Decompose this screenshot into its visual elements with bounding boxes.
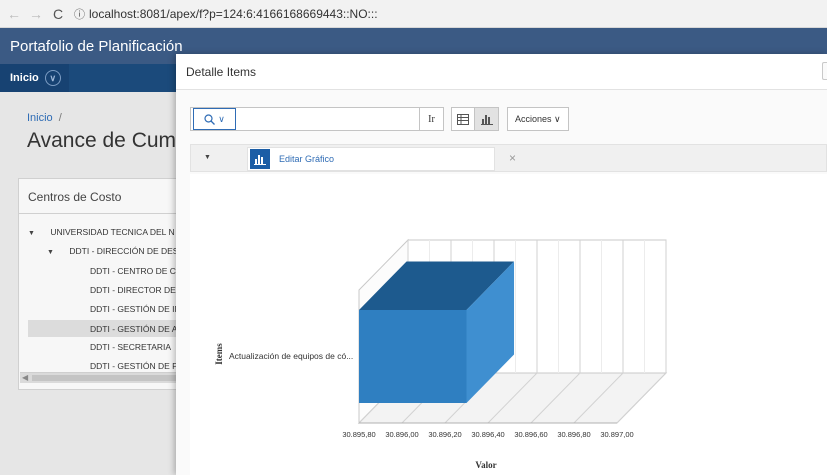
view-report-button[interactable] xyxy=(451,107,475,131)
dialog-title: Detalle Items xyxy=(186,65,257,79)
bar-chart-icon xyxy=(250,149,270,169)
x-axis-label: Valor xyxy=(475,460,496,470)
reload-icon[interactable]: C xyxy=(50,6,66,22)
search-column-button[interactable]: ∨ xyxy=(193,108,236,130)
tree-node-label: UNIVERSIDAD TECNICA DEL N xyxy=(50,227,175,237)
tree-node-label: DDTI - SECRETARIA xyxy=(90,342,172,352)
search-input[interactable] xyxy=(236,108,419,130)
chart-x-ticks: 30.895,80 30.896,00 30.896,20 30.896,40 30.8… xyxy=(342,430,633,439)
breadcrumb: Inicio / xyxy=(27,112,62,124)
go-button[interactable]: Ir xyxy=(420,107,444,131)
tree-node-label: DDTI - GESTIÓN DE IN xyxy=(90,304,181,314)
app-title[interactable]: Portafolio de Planificación xyxy=(10,38,183,55)
forward-arrow-icon[interactable]: → xyxy=(28,6,44,22)
tree-node[interactable]: DDTI - DIRECTOR DE D xyxy=(90,285,184,295)
x-tick-label: 30.896,40 xyxy=(471,430,504,439)
tree-node-label: DDTI - CENTRO DE CA xyxy=(90,266,182,276)
bar-front-face[interactable] xyxy=(359,310,467,403)
x-tick-label: 30.896,60 xyxy=(514,430,547,439)
remove-chart-icon[interactable]: × xyxy=(509,151,516,165)
search-box: ∨ xyxy=(190,107,420,131)
tree-node[interactable]: ▼ DDTI - DIRECCIÓN DE DES xyxy=(47,246,178,256)
edit-chart-control[interactable]: Editar Gráfico xyxy=(247,147,495,171)
search-icon xyxy=(204,113,216,125)
scrollbar-thumb[interactable] xyxy=(32,375,182,381)
page-title: Avance de Cumpl xyxy=(27,129,193,152)
tree-node[interactable]: DDTI - SECRETARIA xyxy=(90,342,171,352)
y-axis-label: Items xyxy=(214,343,224,365)
horizontal-scrollbar[interactable]: ◀ xyxy=(20,372,188,383)
dialog-header: Detalle Items xyxy=(176,54,827,90)
x-tick-label: 30.896,80 xyxy=(557,430,590,439)
bar-chart-icon xyxy=(480,114,493,125)
report-toolbar: ∨ Ir Acciones ∨ xyxy=(190,107,569,131)
tree-node-label: DDTI - DIRECTOR DE D xyxy=(90,285,185,295)
tree-node[interactable]: ▼ UNIVERSIDAD TECNICA DEL N xyxy=(28,227,175,237)
tree-expand-icon[interactable]: ▼ xyxy=(28,230,38,237)
breadcrumb-separator: / xyxy=(58,112,62,124)
collapse-toggle-icon[interactable]: ▼ xyxy=(204,154,211,161)
cost-centers-panel: Centros de Costo ▼ UNIVERSIDAD TECNICA D… xyxy=(18,178,188,390)
browser-toolbar: ← → C ⓘ localhost:8081/apex/f?p=124:6:41… xyxy=(0,0,827,28)
breadcrumb-home-link[interactable]: Inicio xyxy=(27,112,53,124)
back-arrow-icon[interactable]: ← xyxy=(6,6,22,22)
x-tick-label: 30.895,80 xyxy=(342,430,375,439)
chevron-down-icon[interactable]: ∨ xyxy=(44,70,61,86)
report-settings-row: ▼ Editar Gráfico × xyxy=(190,144,827,172)
tree-node[interactable]: DDTI - GESTIÓN DE PL xyxy=(90,361,183,371)
y-category-label: Actualización de equipos de có... xyxy=(229,351,353,361)
nav-item-label: Inicio xyxy=(10,72,39,84)
table-icon xyxy=(457,113,469,125)
x-tick-label: 30.897,00 xyxy=(600,430,633,439)
scroll-left-icon[interactable]: ◀ xyxy=(22,373,28,382)
tree-node-label: DDTI - GESTIÓN DE AT xyxy=(90,324,182,334)
tree-node[interactable]: DDTI - GESTIÓN DE IN xyxy=(90,304,181,314)
tree-node-label: DDTI - DIRECCIÓN DE DES xyxy=(69,246,179,256)
x-tick-label: 30.896,20 xyxy=(428,430,461,439)
tree-node[interactable]: DDTI - CENTRO DE CA xyxy=(90,266,182,276)
close-button[interactable] xyxy=(822,62,827,80)
edit-chart-link[interactable]: Editar Gráfico xyxy=(279,154,334,164)
chevron-down-icon: ∨ xyxy=(218,113,225,124)
actions-menu-button[interactable]: Acciones ∨ xyxy=(507,107,569,131)
view-chart-button[interactable] xyxy=(475,107,499,131)
tree-node-selected[interactable]: DDTI - GESTIÓN DE AT xyxy=(28,320,188,337)
tree-node-label: DDTI - GESTIÓN DE PL xyxy=(90,361,183,371)
chart-container: 30.895,80 30.896,00 30.896,20 30.896,40 30.8… xyxy=(190,174,827,475)
panel-title: Centros de Costo xyxy=(19,179,187,214)
info-icon[interactable]: ⓘ xyxy=(74,6,85,22)
detalle-items-dialog: Detalle Items ∨ Ir Acciones ∨ ▼ Editar G… xyxy=(176,54,827,475)
x-tick-label: 30.896,00 xyxy=(385,430,418,439)
address-bar[interactable]: localhost:8081/apex/f?p=124:6:4166168669… xyxy=(89,7,378,21)
nav-item-inicio[interactable]: Inicio ∨ xyxy=(0,64,69,92)
tree-expand-icon[interactable]: ▼ xyxy=(47,249,57,256)
bar-chart: 30.895,80 30.896,00 30.896,20 30.896,40 30.8… xyxy=(214,238,668,470)
dialog-body: ∨ Ir Acciones ∨ ▼ Editar Gráfico × 30.89… xyxy=(176,90,827,475)
